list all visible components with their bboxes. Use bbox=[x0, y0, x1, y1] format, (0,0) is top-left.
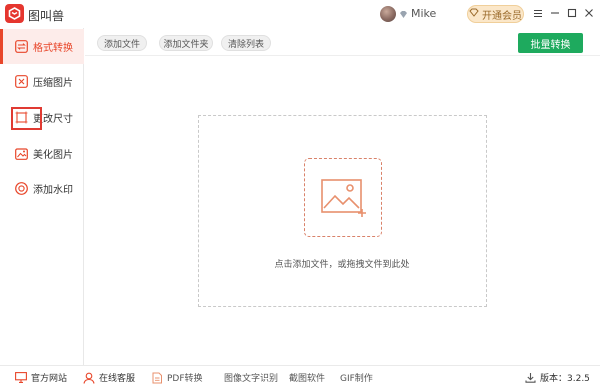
version-info: 版本：3.2.5 bbox=[525, 371, 590, 384]
watermark-icon bbox=[15, 182, 28, 195]
beautify-icon bbox=[15, 148, 28, 160]
drop-hint-container: 点击添加文件，或拖拽文件到此处 bbox=[0, 257, 600, 270]
add-file-button[interactable]: 添加文件 bbox=[97, 35, 147, 51]
compress-icon bbox=[15, 75, 28, 88]
sidebar-item-convert[interactable]: 格式转换 bbox=[0, 29, 84, 64]
title-bar: 图叫兽 Mike 开通会员 bbox=[0, 0, 600, 28]
screenshot-link[interactable]: 截图软件 bbox=[289, 371, 325, 384]
close-icon[interactable] bbox=[582, 6, 596, 20]
support-icon bbox=[83, 372, 95, 384]
vip-button-label: 开通会员 bbox=[482, 10, 522, 22]
support-label: 在线客服 bbox=[99, 374, 136, 384]
pdf-label: PDF转换 bbox=[167, 374, 203, 384]
support-link[interactable]: 在线客服 bbox=[83, 371, 135, 384]
sidebar-item-label: 美化图片 bbox=[33, 150, 73, 161]
minimize-icon[interactable] bbox=[548, 6, 562, 20]
convert-icon bbox=[15, 40, 28, 53]
monitor-icon bbox=[15, 372, 27, 383]
add-image-button[interactable] bbox=[304, 158, 382, 237]
menu-icon[interactable] bbox=[531, 6, 545, 20]
add-image-icon bbox=[321, 179, 366, 217]
vip-diamond-icon bbox=[469, 8, 479, 20]
maximize-icon[interactable] bbox=[565, 6, 579, 20]
sidebar: 格式转换 压缩图片 更改尺寸 美化图片 添加水印 bbox=[0, 28, 84, 365]
sidebar-item-watermark[interactable]: 添加水印 bbox=[0, 171, 84, 206]
pdf-icon bbox=[152, 372, 162, 383]
username: Mike bbox=[411, 7, 437, 20]
sidebar-item-label: 格式转换 bbox=[33, 43, 73, 54]
batch-convert-button[interactable]: 批量转换 bbox=[518, 33, 583, 53]
sidebar-item-label: 压缩图片 bbox=[33, 78, 73, 89]
app-title: 图叫兽 bbox=[28, 9, 65, 23]
drop-hint-text: 点击添加文件，或拖拽文件到此处 bbox=[274, 260, 410, 270]
app-logo-icon bbox=[5, 4, 24, 23]
ocr-link[interactable]: 图像文字识别 bbox=[224, 371, 278, 384]
footer: 官方网站 在线客服 PDF转换 图像文字识别 截图软件 GIF制作 版本：3.2… bbox=[0, 365, 600, 389]
vip-button[interactable]: 开通会员 bbox=[467, 5, 524, 23]
add-folder-button[interactable]: 添加文件夹 bbox=[159, 35, 213, 51]
sidebar-item-beautify[interactable]: 美化图片 bbox=[0, 136, 84, 171]
sidebar-item-label: 添加水印 bbox=[33, 185, 73, 196]
avatar[interactable] bbox=[380, 6, 396, 22]
highlight-box bbox=[11, 107, 42, 130]
version-label: 版本：3.2.5 bbox=[540, 374, 590, 384]
sidebar-item-compress[interactable]: 压缩图片 bbox=[0, 64, 84, 99]
diamond-icon bbox=[399, 8, 408, 22]
gif-link[interactable]: GIF制作 bbox=[340, 371, 373, 384]
download-icon bbox=[525, 373, 536, 383]
clear-list-button[interactable]: 清除列表 bbox=[221, 35, 271, 51]
website-label: 官方网站 bbox=[31, 374, 68, 384]
website-link[interactable]: 官方网站 bbox=[15, 371, 67, 384]
pdf-link[interactable]: PDF转换 bbox=[151, 371, 203, 384]
